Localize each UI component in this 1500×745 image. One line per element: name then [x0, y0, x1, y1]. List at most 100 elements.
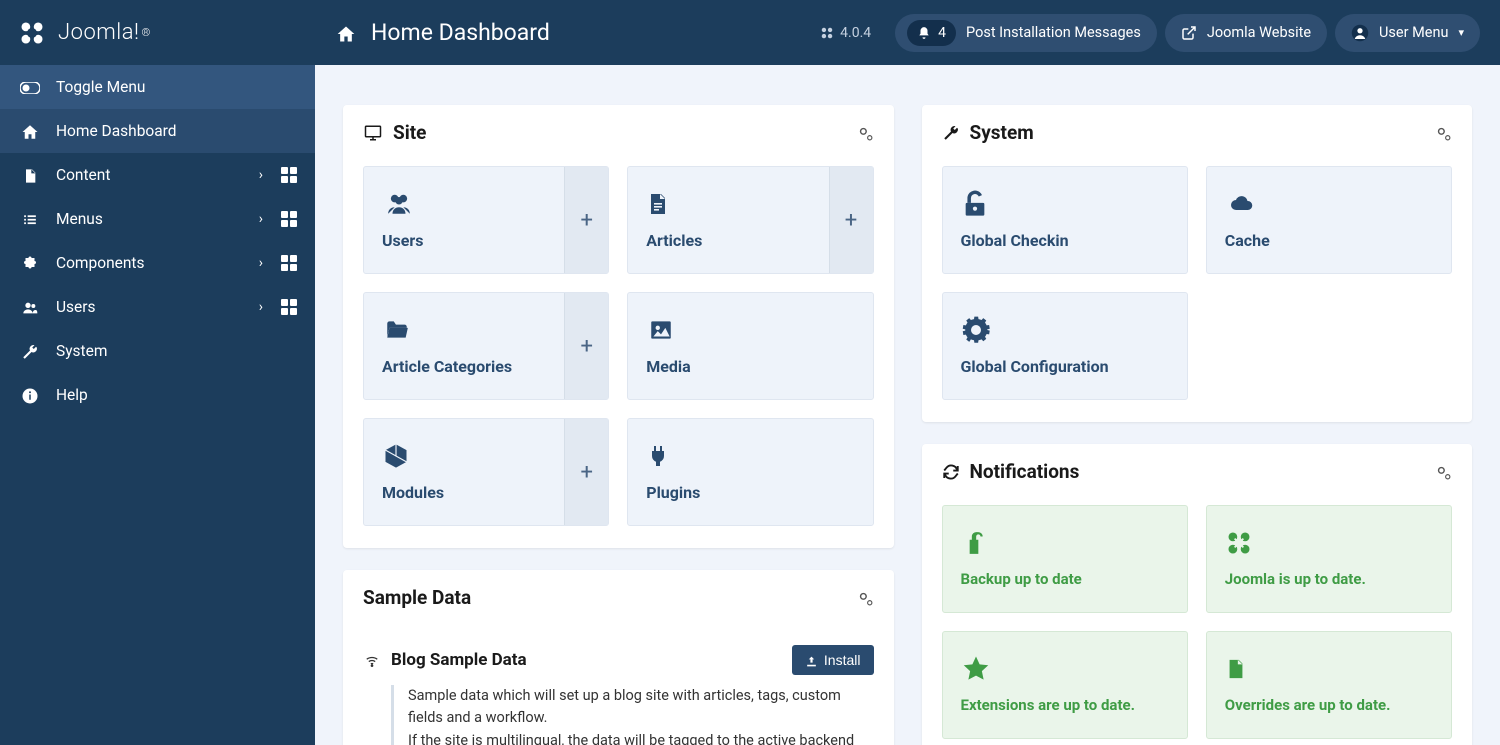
messages-label: Post Installation Messages: [966, 24, 1141, 41]
tile-users[interactable]: Users+: [363, 166, 609, 274]
tile-media[interactable]: Media: [627, 292, 873, 400]
sidebar-item-content[interactable]: Content›: [0, 153, 315, 197]
brand-logo[interactable]: Joomla!®: [0, 0, 315, 65]
tile-cache[interactable]: Cache: [1206, 166, 1452, 274]
sample-data-item: Blog Sample Data Install Sample data whi…: [343, 631, 894, 745]
tile-label: Joomla is up to date.: [1225, 570, 1433, 588]
left-column: Site Users+Articles+Article Categories+M…: [343, 105, 894, 745]
brand-text: Joomla!: [58, 20, 140, 45]
image-icon: [646, 311, 854, 349]
chevron-right-icon: ›: [259, 167, 263, 183]
tile-label: Overrides are up to date.: [1225, 696, 1433, 714]
tile-label: Media: [646, 357, 854, 376]
page-title: Home Dashboard: [335, 19, 550, 46]
add-button[interactable]: +: [829, 167, 873, 273]
joomla-website-link[interactable]: Joomla Website: [1165, 14, 1327, 52]
nav-label: Help: [56, 386, 297, 404]
tile-modules[interactable]: Modules+: [363, 418, 609, 526]
system-panel: System Global CheckinCacheGlobal Configu…: [922, 105, 1473, 422]
bell-icon: [917, 25, 931, 41]
tile-label: Articles: [646, 231, 854, 250]
sidebar-item-system[interactable]: System: [0, 329, 315, 373]
grid-icon[interactable]: [281, 255, 297, 271]
nav-label: System: [56, 342, 297, 360]
nav-label: Home Dashboard: [56, 122, 297, 140]
puzzle-icon: [18, 253, 42, 273]
notification-tile[interactable]: Overrides are up to date.: [1206, 631, 1452, 739]
tile-global-configuration[interactable]: Global Configuration: [942, 292, 1188, 400]
grid-icon[interactable]: [281, 299, 297, 315]
sidebar-item-users[interactable]: Users›: [0, 285, 315, 329]
wrench-icon: [942, 122, 960, 143]
tile-articles[interactable]: Articles+: [627, 166, 873, 274]
list-icon: [18, 209, 42, 229]
version-text: 4.0.4: [840, 25, 871, 41]
user-menu-button[interactable]: User Menu ▾: [1335, 14, 1480, 52]
nav-label: Components: [56, 254, 259, 272]
nav-label: Users: [56, 298, 259, 316]
wrench-icon: [18, 341, 42, 361]
sidebar-item-components[interactable]: Components›: [0, 241, 315, 285]
site-panel: Site Users+Articles+Article Categories+M…: [343, 105, 894, 548]
sidebar: Joomla!® Toggle Menu Home Dashboard Conte…: [0, 0, 315, 745]
joomla-logo-icon: [18, 19, 46, 47]
joomla-small-icon: [820, 26, 834, 40]
sidebar-item-menus[interactable]: Menus›: [0, 197, 315, 241]
external-link-icon: [1181, 25, 1197, 41]
refresh-icon: [942, 461, 960, 482]
sidebar-item-home-dashboard[interactable]: Home Dashboard: [0, 109, 315, 153]
wifi-icon: [363, 650, 381, 670]
tile-label: Global Configuration: [961, 357, 1169, 376]
home-icon: [335, 21, 357, 45]
tile-label: Global Checkin: [961, 231, 1169, 250]
toggle-menu-button[interactable]: Toggle Menu: [0, 65, 315, 109]
notifications-panel: Notifications Backup up to date Joomla is…: [922, 444, 1473, 745]
system-panel-settings-button[interactable]: [1435, 123, 1452, 142]
notifications-panel-title: Notifications: [970, 460, 1436, 483]
sample-data-panel: Sample Data Blog Sample Data Install: [343, 570, 894, 745]
grid-icon[interactable]: [281, 167, 297, 183]
home-icon: [18, 121, 42, 141]
grid-icon[interactable]: [281, 211, 297, 227]
plug-icon: [646, 437, 854, 475]
right-column: System Global CheckinCacheGlobal Configu…: [922, 105, 1473, 745]
site-panel-title: Site: [393, 121, 857, 144]
site-panel-settings-button[interactable]: [857, 123, 874, 142]
joomla-icon: [1225, 524, 1433, 562]
cube-icon: [382, 437, 590, 475]
tile-label: Plugins: [646, 483, 854, 502]
users-icon: [382, 185, 590, 223]
tile-label: Backup up to date: [961, 570, 1169, 588]
sample-panel-title: Sample Data: [363, 586, 857, 609]
add-button[interactable]: +: [564, 293, 608, 399]
version-indicator[interactable]: 4.0.4: [820, 25, 871, 41]
sample-panel-settings-button[interactable]: [857, 588, 874, 607]
add-button[interactable]: +: [564, 167, 608, 273]
sidebar-item-help[interactable]: Help: [0, 373, 315, 417]
info-icon: [18, 385, 42, 405]
install-button-label: Install: [824, 652, 861, 668]
upload-icon: [805, 652, 818, 668]
user-menu-text: User Menu: [1379, 24, 1448, 41]
chevron-right-icon: ›: [259, 299, 263, 315]
add-button[interactable]: +: [564, 419, 608, 525]
tile-article-categories[interactable]: Article Categories+: [363, 292, 609, 400]
tile-plugins[interactable]: Plugins: [627, 418, 873, 526]
reg-mark: ®: [142, 26, 151, 39]
file-icon: [646, 185, 854, 223]
notification-tile[interactable]: Joomla is up to date.: [1206, 505, 1452, 613]
main-area: Home Dashboard 4.0.4 4 Post Installation…: [315, 0, 1500, 745]
install-button[interactable]: Install: [792, 645, 874, 675]
chevron-right-icon: ›: [259, 211, 263, 227]
messages-count: 4: [938, 25, 946, 41]
post-install-messages-button[interactable]: 4 Post Installation Messages: [895, 14, 1157, 52]
notifications-panel-settings-button[interactable]: [1435, 462, 1452, 481]
tile-label: Cache: [1225, 231, 1433, 250]
chevron-right-icon: ›: [259, 255, 263, 271]
notification-tile[interactable]: Extensions are up to date.: [942, 631, 1188, 739]
tile-global-checkin[interactable]: Global Checkin: [942, 166, 1188, 274]
tile-label: Users: [382, 231, 590, 250]
notification-tile[interactable]: Backup up to date: [942, 505, 1188, 613]
notifications-badge: 4: [907, 20, 956, 46]
site-link-text: Joomla Website: [1207, 24, 1311, 41]
